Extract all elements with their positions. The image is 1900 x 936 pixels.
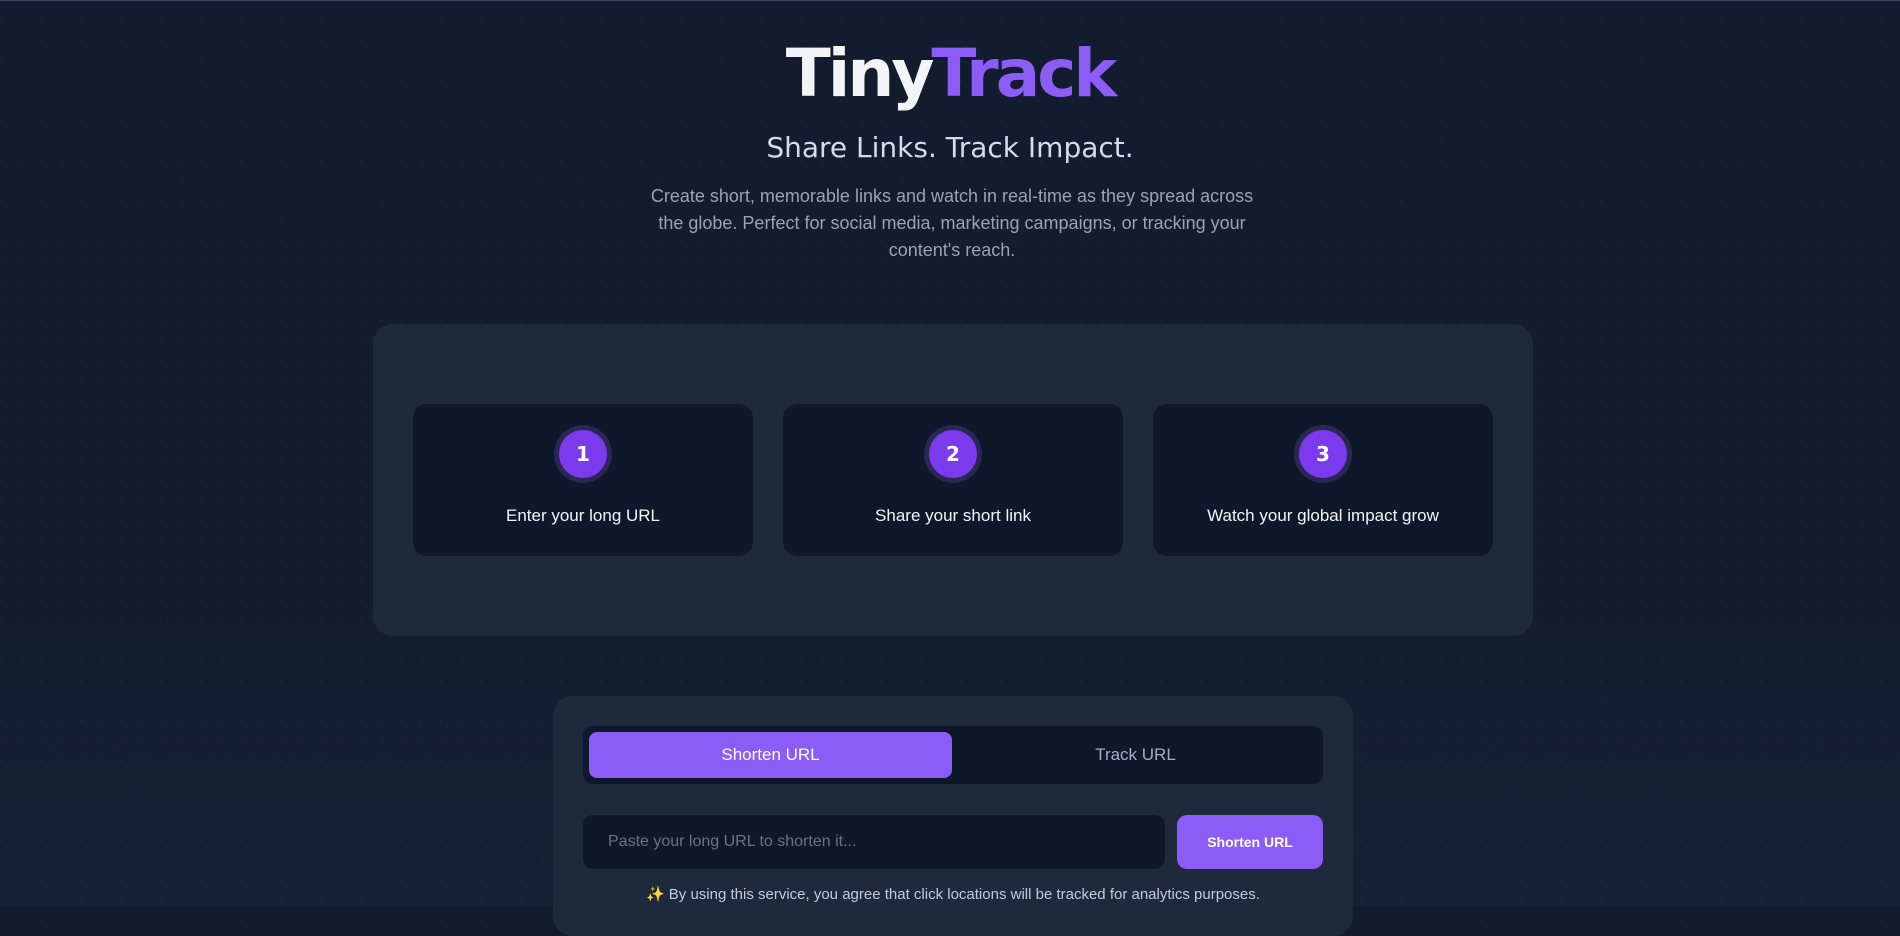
hero-tagline: Share Links. Track Impact.	[766, 131, 1134, 164]
step-number-badge: 2	[929, 430, 977, 478]
tab-track-url[interactable]: Track URL	[954, 732, 1317, 778]
how-it-works-panel: 1 Enter your long URL 2 Share your short…	[373, 324, 1533, 636]
step-number-badge: 3	[1299, 430, 1347, 478]
step-card-2: 2 Share your short link	[783, 404, 1123, 556]
url-form-panel: Shorten URL Track URL Shorten URL ✨By us…	[553, 696, 1353, 936]
mode-tabs: Shorten URL Track URL	[583, 726, 1323, 784]
logo-text-track: Track	[931, 35, 1117, 112]
step-label: Enter your long URL	[505, 506, 661, 525]
hero-description: Create short, memorable links and watch …	[650, 186, 1254, 260]
step-label: Share your short link	[875, 506, 1031, 525]
disclaimer-text: By using this service, you agree that cl…	[668, 886, 1260, 903]
step-card-3: 3 Watch your global impact grow	[1153, 404, 1493, 556]
step-number-badge: 1	[559, 430, 607, 478]
logo-text-tiny: Tiny	[785, 35, 935, 112]
top-border	[0, 0, 1900, 1]
tracking-disclaimer: ✨ By using this service, you agree that c…	[553, 885, 1353, 903]
tab-shorten-url[interactable]: Shorten URL	[589, 732, 952, 778]
sparkles-icon: ✨	[646, 886, 665, 903]
step-label: Watch your global impact grow	[1207, 506, 1439, 525]
shorten-url-button[interactable]: Shorten URL	[1177, 815, 1323, 869]
long-url-input[interactable]	[583, 815, 1165, 869]
step-card-1: 1 Enter your long URL	[413, 404, 753, 556]
app-logo: TinyTrack	[0, 36, 1900, 112]
